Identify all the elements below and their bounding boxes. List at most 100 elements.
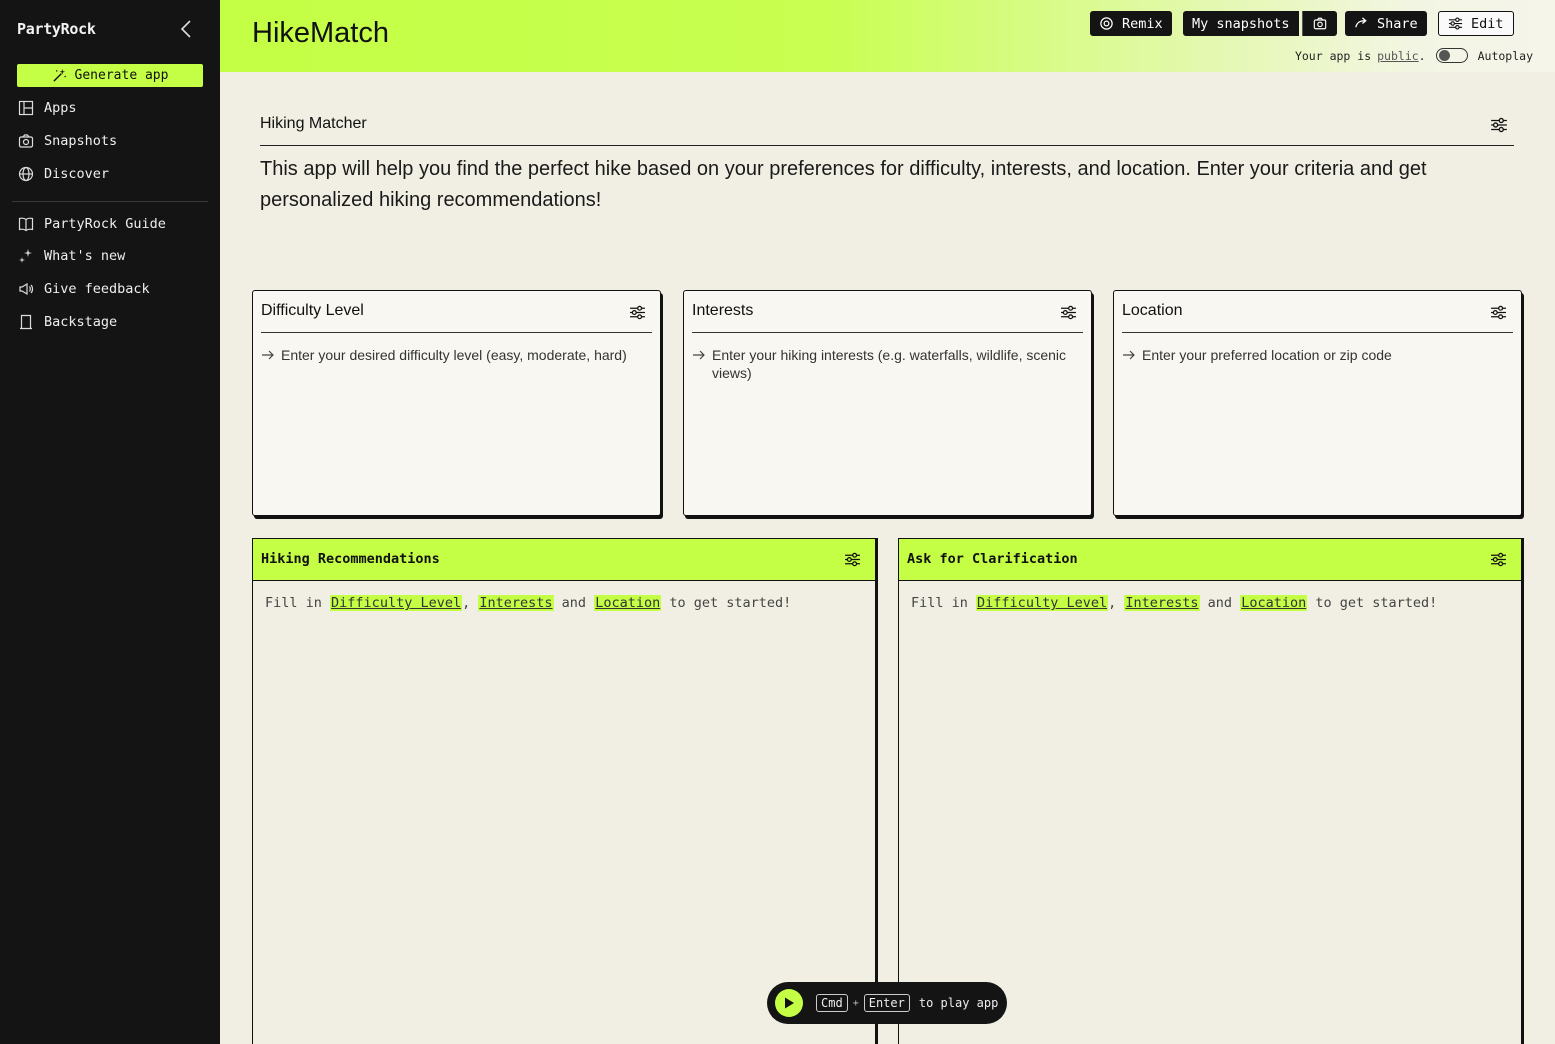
hint-text: to get started!: [669, 595, 792, 611]
arrow-right-icon: [262, 350, 274, 360]
settings-sliders-icon[interactable]: [1060, 304, 1077, 321]
autoplay-label: Autoplay: [1477, 48, 1533, 63]
shortcut-plus: +: [852, 997, 859, 1009]
placeholder-text: Enter your hiking interests (e.g. waterf…: [712, 347, 1067, 381]
arrow-right-icon: [1123, 350, 1135, 360]
brand-logo[interactable]: PartyRock: [17, 20, 96, 38]
public-link[interactable]: public: [1377, 49, 1419, 63]
input-placeholder[interactable]: Enter your preferred location or zip cod…: [1122, 346, 1513, 364]
globe-icon: [18, 166, 34, 182]
grid-icon: [18, 100, 34, 116]
camera-icon: [18, 134, 34, 148]
hint-text: Fill in: [911, 595, 968, 611]
shortcut-key-cmd: Cmd: [816, 994, 848, 1012]
play-app-bar[interactable]: Cmd + Enter to play app: [767, 982, 1007, 1024]
hint-text: and: [561, 595, 587, 611]
book-icon: [18, 217, 34, 232]
placeholder-text: Enter your preferred location or zip cod…: [1142, 347, 1392, 363]
sidebar-item-label: Apps: [44, 100, 77, 116]
card-title: Difficulty Level: [261, 302, 364, 319]
my-snapshots-button[interactable]: My snapshots: [1183, 11, 1299, 36]
generate-app-button[interactable]: Generate app: [17, 64, 203, 87]
edit-label: Edit: [1471, 15, 1504, 32]
input-placeholder[interactable]: Enter your hiking interests (e.g. waterf…: [692, 346, 1083, 382]
hint-text: ,: [462, 595, 471, 611]
sidebar-item-label: What's new: [44, 248, 126, 264]
camera-icon: [1313, 17, 1327, 30]
magic-wand-icon: [52, 68, 66, 82]
sidebar-item-whats-new[interactable]: What's new: [18, 245, 125, 267]
settings-sliders-icon[interactable]: [629, 304, 646, 321]
input-placeholder[interactable]: Enter your desired difficulty level (eas…: [261, 346, 652, 364]
generate-app-label: Generate app: [74, 68, 169, 83]
app-title: HikeMatch: [252, 17, 389, 49]
placeholder-text: Enter your desired difficulty level (eas…: [281, 347, 627, 363]
public-prefix: Your app is: [1294, 48, 1372, 63]
intro-title: Hiking Matcher: [260, 115, 367, 132]
share-button[interactable]: Share: [1345, 11, 1427, 36]
sidebar-item-label: Discover: [44, 166, 110, 182]
sidebar-item-feedback[interactable]: Give feedback: [18, 278, 150, 300]
intro-description: This app will help you find the perfect …: [260, 158, 1427, 211]
input-card-difficulty[interactable]: Difficulty Level Enter your desired diff…: [252, 290, 661, 516]
card-divider: [1122, 332, 1513, 333]
field-link-interests[interactable]: Interests: [478, 595, 554, 611]
play-icon: [785, 997, 794, 1009]
edit-button[interactable]: Edit: [1438, 11, 1514, 36]
field-link-difficulty[interactable]: Difficulty Level: [976, 595, 1109, 611]
remix-icon: [1100, 17, 1113, 30]
field-link-location[interactable]: Location: [1240, 595, 1308, 611]
sidebar-item-label: Snapshots: [44, 133, 118, 149]
field-link-location[interactable]: Location: [594, 595, 662, 611]
collapse-sidebar-icon[interactable]: [176, 18, 196, 40]
share-label: Share: [1377, 15, 1418, 32]
play-app-label: to play app: [918, 996, 999, 1010]
field-link-interests[interactable]: Interests: [1124, 595, 1200, 611]
field-link-difficulty[interactable]: Difficulty Level: [330, 595, 463, 611]
output-card-clarification: Ask for Clarification Fill in Difficulty…: [898, 538, 1522, 1044]
settings-sliders-icon[interactable]: [1490, 116, 1508, 134]
hint-text: and: [1207, 595, 1233, 611]
sidebar-item-apps[interactable]: Apps: [18, 97, 77, 119]
output-card-recommendations: Hiking Recommendations Fill in Difficult…: [252, 538, 876, 1044]
hint-text: ,: [1108, 595, 1117, 611]
arrow-right-icon: [693, 350, 705, 360]
sidebar-item-label: Backstage: [44, 314, 118, 330]
sidebar-item-label: PartyRock Guide: [44, 216, 166, 232]
hint-text: Fill in: [265, 595, 322, 611]
app-header: HikeMatch Remix My snapshots Share Edit …: [220, 0, 1555, 72]
input-card-interests[interactable]: Interests Enter your hiking interests (e…: [683, 290, 1092, 516]
sidebar-item-discover[interactable]: Discover: [18, 163, 109, 185]
output-card-header: Ask for Clarification: [899, 539, 1521, 581]
output-card-header: Hiking Recommendations: [253, 539, 875, 581]
settings-sliders-icon[interactable]: [844, 551, 861, 568]
autoplay-toggle[interactable]: [1435, 48, 1468, 63]
bookmark-icon: [20, 314, 32, 330]
card-divider: [261, 332, 652, 333]
settings-sliders-icon[interactable]: [1490, 551, 1507, 568]
sparkle-icon: [19, 249, 32, 263]
card-divider: [692, 332, 1083, 333]
empty-state-hint: Fill in Difficulty Level, Interests and …: [911, 595, 1437, 611]
visibility-info: Your app is public. Autoplay: [1295, 48, 1533, 63]
sidebar-item-label: Give feedback: [44, 281, 150, 297]
empty-state-hint: Fill in Difficulty Level, Interests and …: [265, 595, 791, 611]
sidebar-item-snapshots[interactable]: Snapshots: [18, 130, 117, 152]
take-snapshot-button[interactable]: [1302, 11, 1337, 36]
sidebar-item-backstage[interactable]: Backstage: [18, 311, 117, 333]
sidebar-item-guide[interactable]: PartyRock Guide: [18, 213, 166, 235]
output-title: Ask for Clarification: [907, 551, 1078, 567]
public-suffix: .: [1418, 48, 1426, 63]
card-title: Interests: [692, 302, 754, 319]
sidebar-divider: [12, 201, 208, 202]
play-button[interactable]: [775, 989, 803, 1017]
input-card-location[interactable]: Location Enter your preferred location o…: [1113, 290, 1522, 516]
sliders-icon: [1448, 17, 1463, 30]
sidebar: PartyRock Generate app Apps Snapshots Di…: [0, 0, 220, 1044]
my-snapshots-label: My snapshots: [1192, 15, 1290, 32]
remix-button[interactable]: Remix: [1090, 11, 1172, 36]
arrow-right-icon: [1355, 17, 1367, 28]
card-title: Location: [1122, 302, 1183, 319]
megaphone-icon: [19, 282, 34, 296]
settings-sliders-icon[interactable]: [1490, 304, 1507, 321]
